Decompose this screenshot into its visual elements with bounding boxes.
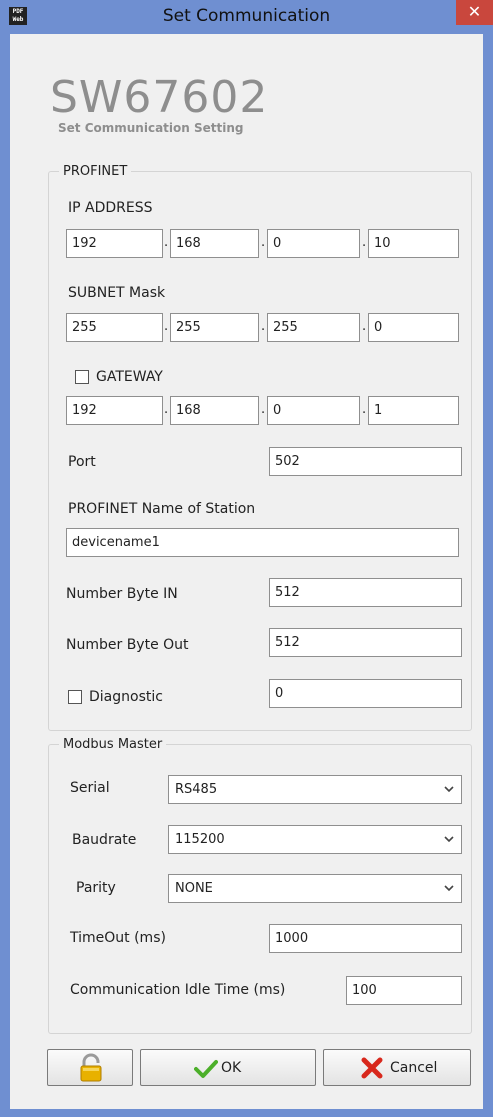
modbus-legend: Modbus Master [63, 737, 163, 752]
ip-octet-2[interactable]: 168 [170, 229, 259, 258]
baudrate-select[interactable]: 115200 [168, 825, 462, 854]
timeout-label: TimeOut (ms) [70, 930, 166, 946]
idle-time-input[interactable]: 100 [346, 976, 462, 1005]
parity-select[interactable]: NONE [168, 874, 462, 903]
gateway-checkbox[interactable] [75, 370, 89, 384]
ok-button[interactable]: OK [140, 1049, 316, 1086]
gateway-octet-2[interactable]: 168 [170, 396, 259, 425]
parity-select-value: NONE [175, 881, 213, 896]
ip-dot-3: . [362, 235, 367, 250]
byte-out-input[interactable]: 512 [269, 628, 462, 657]
cancel-button[interactable]: Cancel [323, 1049, 471, 1086]
close-button[interactable]: ✕ [456, 0, 493, 25]
diagnostic-label: Diagnostic [89, 689, 163, 705]
gateway-label: GATEWAY [96, 369, 163, 385]
subnet-dot-2: . [261, 319, 266, 334]
subnet-label: SUBNET Mask [68, 285, 166, 301]
gateway-octet-3[interactable]: 0 [267, 396, 360, 425]
ip-octet-4[interactable]: 10 [368, 229, 459, 258]
subnet-octet-2[interactable]: 255 [170, 313, 259, 342]
subnet-dot-3: . [362, 319, 367, 334]
chevron-down-icon [444, 885, 454, 892]
port-label: Port [68, 454, 96, 470]
timeout-input[interactable]: 1000 [269, 924, 462, 953]
port-input[interactable]: 502 [269, 447, 462, 476]
title-bar[interactable]: PDF Web Set Communication ✕ [0, 0, 493, 34]
gateway-octet-4[interactable]: 1 [368, 396, 459, 425]
serial-label: Serial [70, 780, 110, 796]
byte-out-label: Number Byte Out [66, 637, 189, 653]
ip-octet-1[interactable]: 192 [66, 229, 163, 258]
diagnostic-input[interactable]: 0 [269, 679, 462, 708]
chevron-down-icon [444, 836, 454, 843]
gateway-octet-1[interactable]: 192 [66, 396, 163, 425]
parity-label: Parity [76, 880, 116, 896]
profinet-legend: PROFINET [63, 164, 128, 179]
subnet-octet-1[interactable]: 255 [66, 313, 163, 342]
padlock-icon [80, 1053, 102, 1082]
window-title: Set Communication [162, 6, 331, 26]
serial-select[interactable]: RS485 [168, 775, 462, 804]
product-name: SW67602 [50, 72, 269, 123]
diagnostic-checkbox[interactable] [68, 690, 82, 704]
byte-in-label: Number Byte IN [66, 586, 178, 602]
gateway-dot-2: . [261, 402, 266, 417]
chevron-down-icon [444, 786, 454, 793]
station-name-label: PROFINET Name of Station [68, 501, 256, 517]
close-icon: ✕ [467, 2, 482, 21]
subnet-octet-4[interactable]: 0 [368, 313, 459, 342]
baudrate-label: Baudrate [72, 832, 137, 848]
idle-time-label: Communication Idle Time (ms) [70, 982, 286, 998]
subnet-octet-3[interactable]: 255 [267, 313, 360, 342]
ip-address-label: IP ADDRESS [68, 200, 153, 216]
ok-label: OK [221, 1060, 242, 1076]
serial-select-value: RS485 [175, 782, 218, 797]
station-name-input[interactable]: devicename1 [66, 528, 459, 557]
product-subtitle: Set Communication Setting [58, 121, 244, 135]
ip-dot-2: . [261, 235, 266, 250]
ip-octet-3[interactable]: 0 [267, 229, 360, 258]
subnet-dot-1: . [164, 319, 169, 334]
gateway-dot-3: . [362, 402, 367, 417]
checkmark-icon [194, 1060, 218, 1078]
gateway-dot-1: . [164, 402, 169, 417]
lock-button[interactable] [47, 1049, 133, 1086]
baudrate-select-value: 115200 [175, 832, 225, 847]
byte-in-input[interactable]: 512 [269, 578, 462, 607]
cancel-label: Cancel [390, 1060, 438, 1076]
ip-dot-1: . [164, 235, 169, 250]
x-mark-icon [361, 1057, 383, 1079]
